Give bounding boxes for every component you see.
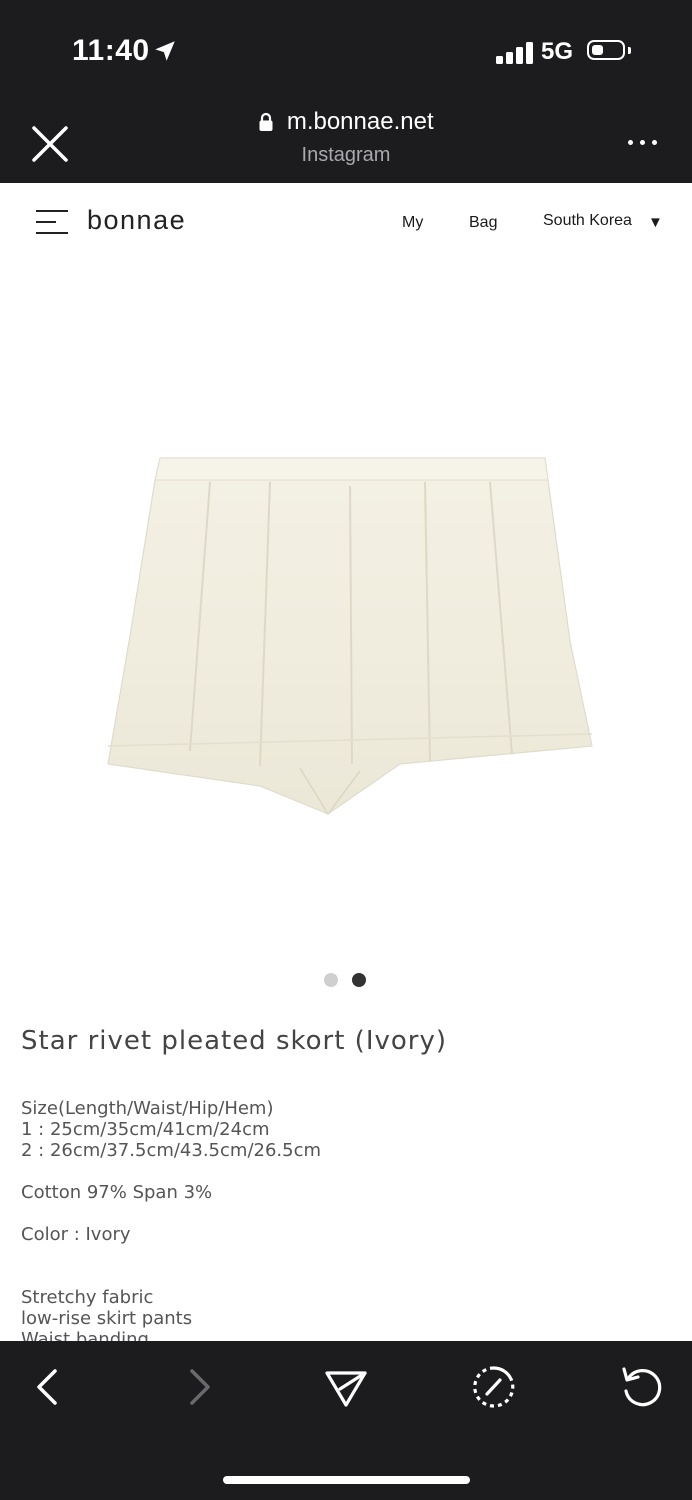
battery-icon <box>587 40 625 60</box>
more-icon[interactable] <box>626 138 662 150</box>
back-icon[interactable] <box>25 1363 73 1411</box>
location-arrow-icon <box>155 41 175 61</box>
nav-my[interactable]: My <box>402 214 423 232</box>
home-indicator[interactable] <box>223 1476 470 1484</box>
url-text: m.bonnae.net <box>286 108 434 135</box>
speed-icon[interactable] <box>470 1363 518 1411</box>
lock-icon <box>259 112 273 131</box>
nav-bag[interactable]: Bag <box>469 214 497 232</box>
product-image <box>107 457 593 816</box>
site-header: bonnae My Bag South Korea ▼ <box>0 183 692 263</box>
battery-cap <box>628 47 631 54</box>
color-text: Color : Ivory <box>21 1224 131 1245</box>
status-time: 11:40 <box>72 34 150 67</box>
carousel-dot-2[interactable] <box>352 973 366 987</box>
source-label: Instagram <box>301 144 391 166</box>
signal-icon <box>496 40 536 64</box>
menu-icon[interactable] <box>36 209 68 235</box>
product-title: Star rivet pleated skort (Ivory) <box>21 1026 448 1056</box>
material-text: Cotton 97% Span 3% <box>21 1182 213 1203</box>
size-1: 1 : 25cm/35cm/41cm/24cm <box>21 1119 270 1140</box>
refresh-icon[interactable] <box>618 1363 666 1411</box>
country-selector[interactable]: South Korea <box>543 212 632 230</box>
feature-2: low-rise skirt pants <box>21 1308 193 1329</box>
forward-icon[interactable] <box>174 1363 222 1411</box>
caret-down-icon[interactable]: ▼ <box>648 214 663 231</box>
size-2: 2 : 26cm/37.5cm/43.5cm/26.5cm <box>21 1140 322 1161</box>
address-bar[interactable]: m.bonnae.net <box>0 108 692 136</box>
size-heading: Size(Length/Waist/Hip/Hem) <box>21 1098 274 1119</box>
network-type: 5G <box>541 38 574 65</box>
browser-bar: m.bonnae.net Instagram <box>0 100 692 183</box>
carousel-dot-1[interactable] <box>324 973 338 987</box>
carousel-pagination[interactable] <box>323 973 373 989</box>
share-icon[interactable] <box>322 1363 370 1411</box>
status-bar: 11:40 5G <box>0 0 692 100</box>
feature-1: Stretchy fabric <box>21 1287 154 1308</box>
product-carousel[interactable] <box>0 263 692 953</box>
site-logo[interactable]: bonnae <box>87 205 186 236</box>
